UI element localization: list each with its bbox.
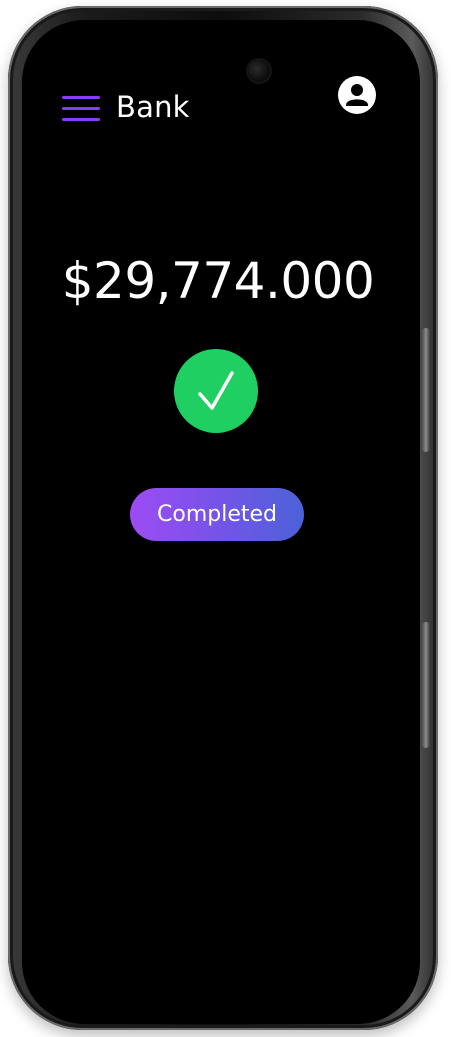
transaction-amount: $29,774.000 bbox=[61, 252, 375, 310]
success-indicator bbox=[174, 349, 258, 433]
menu-line bbox=[62, 118, 100, 121]
checkmark-icon bbox=[198, 371, 234, 410]
side-button-lower bbox=[422, 622, 430, 748]
phone-frame: Bank $29,774.000 Completed bbox=[8, 6, 438, 1030]
app-title: Bank bbox=[116, 90, 190, 124]
front-camera bbox=[248, 60, 270, 82]
menu-line bbox=[62, 96, 100, 99]
menu-line bbox=[62, 107, 100, 110]
phone-screen: Bank $29,774.000 Completed bbox=[22, 20, 420, 1024]
status-label: Completed bbox=[157, 502, 277, 527]
device-mockup: Bank $29,774.000 Completed bbox=[0, 0, 451, 1037]
user-icon[interactable] bbox=[338, 76, 376, 114]
hamburger-menu-icon[interactable] bbox=[62, 94, 100, 124]
status-badge: Completed bbox=[130, 488, 304, 541]
side-button-upper bbox=[422, 328, 430, 452]
user-glyph bbox=[346, 84, 368, 106]
